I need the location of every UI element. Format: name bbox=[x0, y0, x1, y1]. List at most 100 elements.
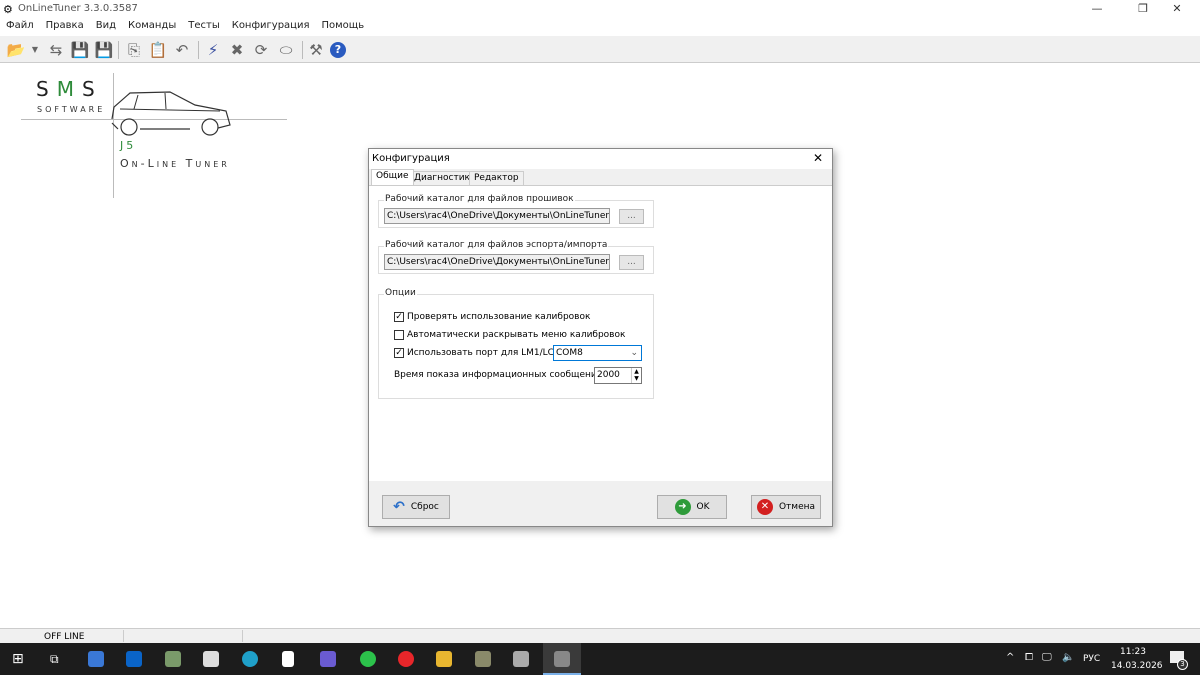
app-icon[interactable] bbox=[475, 651, 491, 667]
firmware-folder-group: Рабочий каталог для файлов прошивок C:\U… bbox=[378, 194, 654, 228]
volume-icon[interactable]: 🔈 bbox=[1062, 652, 1074, 663]
meet-icon[interactable]: ⧠ bbox=[1025, 652, 1033, 663]
logo-tuner: On-Line Tuner bbox=[120, 157, 230, 170]
store-icon[interactable] bbox=[88, 651, 104, 667]
menu-bar: Файл Правка Вид Команды Тесты Конфигурац… bbox=[0, 18, 1200, 35]
solitaire-icon[interactable] bbox=[203, 651, 219, 667]
options-label: Опции bbox=[384, 288, 417, 298]
cancel-label: Отмена bbox=[778, 502, 816, 512]
firmware-folder-input[interactable]: C:\Users\rac4\OneDrive\Документы\OnLineT… bbox=[384, 208, 610, 224]
window-title: OnLineTuner 3.3.0.3587 bbox=[18, 3, 138, 14]
document-icon[interactable] bbox=[282, 651, 294, 667]
undo-icon[interactable]: ↶ bbox=[172, 40, 192, 60]
message-time-spinner[interactable]: 2000 ▲ ▼ bbox=[594, 367, 642, 384]
engine-icon[interactable]: ⬭ bbox=[276, 40, 296, 60]
clock-time[interactable]: 11:23 bbox=[1120, 647, 1146, 657]
checkbox-unchecked[interactable] bbox=[394, 330, 404, 340]
auto-expand-menu-option[interactable]: Автоматически раскрывать меню калибровок bbox=[394, 330, 625, 340]
title-bar: ⚙ OnLineTuner 3.3.0.3587 — ❐ ✕ bbox=[0, 0, 1200, 18]
cancel-x-icon: ✕ bbox=[756, 499, 773, 515]
logo-software: SOFTWARE bbox=[37, 105, 106, 114]
firmware-folder-label: Рабочий каталог для файлов прошивок bbox=[384, 194, 575, 204]
spinner-arrows-icon[interactable]: ▲ ▼ bbox=[631, 368, 641, 383]
help-icon[interactable]: ? bbox=[330, 42, 346, 58]
export-folder-label: Рабочий каталог для файлов эспорта/импор… bbox=[384, 240, 609, 250]
tray-chevron-up-icon[interactable]: ^ bbox=[1006, 652, 1014, 663]
options-group: Опции ✓ Проверять использование калиброво… bbox=[378, 288, 654, 399]
whatsapp-icon[interactable] bbox=[360, 651, 376, 667]
connect-icon[interactable]: ⚡ bbox=[203, 40, 223, 60]
option-label: Автоматически раскрывать меню калибровок bbox=[407, 330, 626, 340]
message-time-value: 2000 bbox=[597, 370, 620, 380]
dialog-close-button[interactable]: ✕ bbox=[813, 151, 823, 165]
copy-icon[interactable]: ⎘ bbox=[124, 40, 144, 60]
language-indicator[interactable]: РУС bbox=[1083, 654, 1100, 664]
teams-icon[interactable] bbox=[320, 651, 336, 667]
dialog-title: Конфигурация bbox=[372, 153, 450, 164]
app-icon[interactable] bbox=[513, 651, 529, 667]
menu-tests[interactable]: Тесты bbox=[182, 18, 225, 35]
network-icon[interactable]: 🖵 bbox=[1042, 652, 1052, 663]
notification-count: 3 bbox=[1177, 659, 1188, 670]
menu-help[interactable]: Помощь bbox=[316, 18, 371, 35]
disconnect-icon[interactable]: ✖ bbox=[227, 40, 247, 60]
save-icon[interactable]: 💾 bbox=[70, 40, 90, 60]
dropdown-arrow-icon[interactable]: ▼ bbox=[30, 40, 40, 60]
status-bar: OFF LINE bbox=[0, 628, 1200, 643]
tab-general[interactable]: Общие bbox=[371, 169, 414, 185]
close-button[interactable]: ✕ bbox=[1154, 0, 1200, 18]
configuration-dialog: Конфигурация ✕ Общие Диагностика Редакто… bbox=[368, 148, 833, 527]
ok-label: OK bbox=[696, 502, 710, 512]
firmware-browse-button[interactable]: ... bbox=[619, 209, 644, 224]
general-tab-panel: Рабочий каталог для файлов прошивок C:\U… bbox=[369, 185, 832, 481]
chip-icon[interactable]: ⇆ bbox=[46, 40, 66, 60]
option-label: Проверять использование калибровок bbox=[407, 312, 591, 322]
reset-button[interactable]: ↶ Сброс bbox=[382, 495, 450, 519]
menu-view[interactable]: Вид bbox=[90, 18, 122, 35]
menu-configuration[interactable]: Конфигурация bbox=[226, 18, 316, 35]
refresh-icon[interactable]: ⟳ bbox=[251, 40, 271, 60]
app-icon: ⚙ bbox=[3, 3, 13, 16]
menu-file[interactable]: Файл bbox=[0, 18, 40, 35]
menu-edit[interactable]: Правка bbox=[40, 18, 90, 35]
edge-icon[interactable] bbox=[242, 651, 258, 667]
chevron-down-icon: ⌄ bbox=[630, 348, 638, 358]
reset-label: Сброс bbox=[410, 502, 439, 512]
use-lm1-port-option[interactable]: ✓ Использовать порт для LM1/LC1 bbox=[394, 348, 560, 358]
app-icon[interactable] bbox=[165, 651, 181, 667]
tab-editor[interactable]: Редактор bbox=[469, 171, 524, 185]
ok-arrow-icon: ➜ bbox=[674, 499, 691, 515]
paste-icon[interactable]: 📋 bbox=[148, 40, 168, 60]
taskbar: ⊞ ⧉ ^ ⧠ 🖵 🔈 РУС 11:23 14.03.2026 3 bbox=[0, 643, 1200, 675]
onlinetuner-task[interactable] bbox=[543, 643, 581, 675]
port-value: COM8 bbox=[556, 348, 583, 358]
toolbar: 📂 ▼ ⇆ 💾 💾 ⎘ 📋 ↶ ⚡ ✖ ⟳ ⬭ ⚒ ? bbox=[0, 36, 1200, 63]
export-browse-button[interactable]: ... bbox=[619, 255, 644, 270]
logo-sms: SMS bbox=[36, 77, 103, 101]
tools-icon[interactable]: ⚒ bbox=[306, 40, 326, 60]
save-as-icon[interactable]: 💾 bbox=[94, 40, 114, 60]
checkbox-checked[interactable]: ✓ bbox=[394, 348, 404, 358]
checkbox-checked[interactable]: ✓ bbox=[394, 312, 404, 322]
undo-arrow-icon: ↶ bbox=[393, 499, 405, 515]
minimize-button[interactable]: — bbox=[1074, 0, 1120, 18]
yandex-browser-icon[interactable] bbox=[398, 651, 414, 667]
car-logo-icon bbox=[111, 91, 231, 136]
export-folder-input[interactable]: C:\Users\rac4\OneDrive\Документы\OnLineT… bbox=[384, 254, 610, 270]
menu-commands[interactable]: Команды bbox=[122, 18, 182, 35]
check-calibrations-option[interactable]: ✓ Проверять использование калибровок bbox=[394, 312, 590, 322]
onlinetuner-icon bbox=[554, 651, 570, 667]
connection-status: OFF LINE bbox=[44, 632, 85, 642]
logo-j5: J5 bbox=[120, 139, 137, 152]
outlook-icon[interactable] bbox=[126, 651, 142, 667]
task-view-icon[interactable]: ⧉ bbox=[50, 652, 59, 667]
file-explorer-icon[interactable] bbox=[436, 651, 452, 667]
port-select[interactable]: COM8 ⌄ bbox=[553, 345, 642, 361]
export-folder-group: Рабочий каталог для файлов эспорта/импор… bbox=[378, 240, 654, 274]
open-folder-icon[interactable]: 📂 bbox=[6, 40, 26, 60]
clock-date[interactable]: 14.03.2026 bbox=[1111, 661, 1163, 671]
option-label: Использовать порт для LM1/LC1 bbox=[407, 348, 560, 358]
cancel-button[interactable]: ✕ Отмена bbox=[751, 495, 821, 519]
start-windows-icon[interactable]: ⊞ bbox=[12, 651, 24, 667]
ok-button[interactable]: ➜ OK bbox=[657, 495, 727, 519]
